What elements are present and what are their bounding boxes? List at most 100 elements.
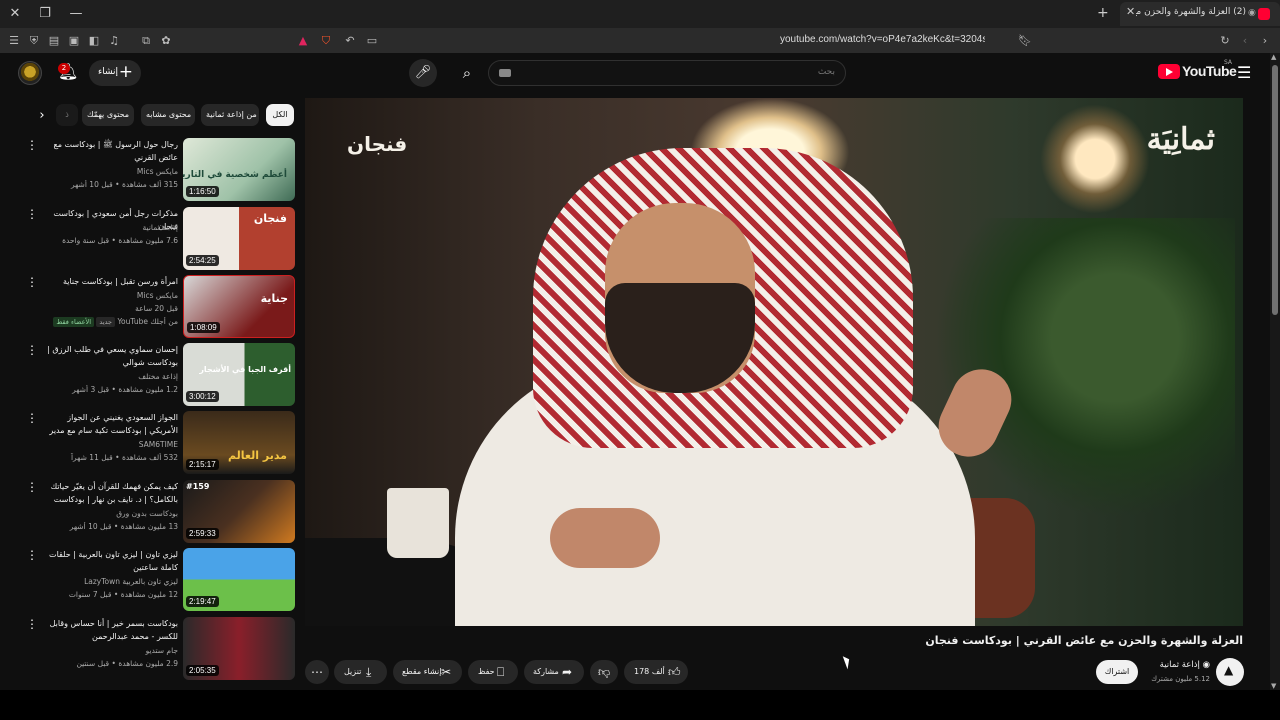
- like-button[interactable]: 178 ألف 👍︎: [624, 660, 688, 684]
- brave-shield-icon[interactable]: ⛉: [318, 33, 334, 49]
- chip-partial[interactable]: ذ: [56, 104, 78, 126]
- shield-icon[interactable]: ⛨: [26, 33, 42, 49]
- rec-title[interactable]: بودكاست بسمر خير | أنا حساس وقابل للكسر …: [42, 617, 178, 643]
- menu-icon[interactable]: ☰: [6, 33, 22, 49]
- youtube-logo-icon[interactable]: [1158, 64, 1180, 79]
- rec-title[interactable]: كيف يمكن فهمك للقرآن أن يغيّر حياتك بالك…: [42, 480, 178, 506]
- more-options-icon[interactable]: ⋮: [26, 617, 38, 631]
- download-button[interactable]: تنزيل ⤓: [334, 660, 387, 684]
- audio-icon[interactable]: ◉: [1248, 8, 1256, 20]
- clip-button[interactable]: إنشاء مقطع ✂: [393, 660, 462, 684]
- extensions-icon[interactable]: ✿: [158, 33, 174, 49]
- more-options-icon[interactable]: ⋮: [26, 275, 38, 289]
- list-item[interactable]: ⋮ مذكرات رجل أمن سعودي | بودكاست فنجان إ…: [20, 207, 296, 271]
- more-options-icon[interactable]: ⋮: [26, 138, 38, 152]
- rec-title[interactable]: الجواز السعودي يغنيني عن الجواز الأمريكي…: [42, 411, 178, 437]
- cast-icon[interactable]: ▭: [364, 33, 380, 49]
- thumbnail[interactable]: أقرف الجبا في الأشجار 3:00:12: [183, 343, 295, 406]
- account-avatar[interactable]: [18, 61, 42, 85]
- rec-title[interactable]: امرأة ورسن تقبل | بودكاست جناية: [42, 275, 178, 288]
- duration-badge: 1:16:50: [186, 186, 219, 197]
- save-button[interactable]: حفظ ⎕: [468, 660, 518, 684]
- rec-channel[interactable]: ليزي تاون بالعربية LazyTown: [42, 577, 178, 586]
- guide-menu-icon[interactable]: ☰: [1237, 63, 1251, 82]
- rec-channel[interactable]: إذاعة ثمانية: [42, 223, 178, 232]
- duration-badge: 2:05:35: [186, 665, 219, 676]
- close-window-icon[interactable]: ✕: [5, 4, 25, 24]
- channel-avatar[interactable]: [1216, 658, 1244, 686]
- more-options-icon[interactable]: ⋮: [26, 343, 38, 357]
- back-icon[interactable]: ‹: [1237, 33, 1253, 49]
- search-input[interactable]: بحث: [488, 60, 846, 86]
- share-button[interactable]: مشاركة ➦: [524, 660, 584, 684]
- list-item[interactable]: ⋮ بودكاست بسمر خير | أنا حساس وقابل للكس…: [20, 617, 296, 681]
- rec-channel[interactable]: مايكس Mics: [42, 167, 178, 176]
- restore-window-icon[interactable]: ❐: [35, 4, 55, 24]
- thumbnail[interactable]: جناية 1:08:09: [183, 275, 295, 338]
- dislike-button[interactable]: 👎︎: [590, 660, 618, 684]
- rec-channel[interactable]: جام ستديو: [42, 646, 178, 655]
- rec-channel[interactable]: بودكاست بدون ورق: [42, 509, 178, 518]
- reader-icon[interactable]: ▤: [46, 33, 62, 49]
- chevron-right-icon[interactable]: ›: [32, 106, 52, 126]
- list-item[interactable]: ⋮ ليزي تاون | ليزي تاون بالعربية | حلقات…: [20, 548, 296, 612]
- video-player[interactable]: ثمانِيَة فنجان: [305, 98, 1243, 626]
- create-button[interactable]: إنشاء +: [89, 60, 141, 86]
- thumbnail[interactable]: 2:19:47: [183, 548, 295, 611]
- channel-name-text[interactable]: إذاعة ثمانية: [1160, 660, 1200, 670]
- search-button-icon[interactable]: ⌕: [452, 59, 482, 87]
- more-options-icon[interactable]: ⋮: [26, 548, 38, 562]
- list-item[interactable]: ⋮ كيف يمكن فهمك للقرآن أن يغيّر حياتك با…: [20, 480, 296, 544]
- browser-tab[interactable]: ✕ (2) العزلة والشهرة والحزن مع عا ◉: [1120, 2, 1280, 26]
- list-item[interactable]: ⋮ الجواز السعودي يغنيني عن الجواز الأمري…: [20, 411, 296, 475]
- more-actions-button[interactable]: ⋯: [305, 660, 329, 684]
- more-options-icon[interactable]: ⋮: [26, 411, 38, 425]
- new-tab-icon[interactable]: +: [1097, 5, 1109, 21]
- scroll-up-icon[interactable]: ▲: [1271, 53, 1276, 61]
- scroll-thumb[interactable]: [1272, 65, 1278, 315]
- undo-icon[interactable]: ↶: [342, 33, 358, 49]
- address-bar[interactable]: youtube.com/watch?v=oP4e7a2keKc&t=3204s: [780, 34, 985, 45]
- rec-source: من أجلك YouTube: [117, 317, 178, 326]
- rec-title[interactable]: رجال حول الرسول ﷺ | بودكاست مع عائض القر…: [42, 138, 178, 164]
- more-options-icon[interactable]: ⋮: [26, 207, 38, 221]
- list-item[interactable]: ⋮ رجال حول الرسول ﷺ | بودكاست مع عائض ال…: [20, 138, 296, 202]
- chip-from-channel[interactable]: من إذاعة ثمانية: [201, 104, 259, 126]
- tabs-icon[interactable]: ▣: [66, 33, 82, 49]
- list-item[interactable]: ⋮ إحسان سماوي يسعي في طلب الرزق | بودكاس…: [20, 343, 296, 407]
- rec-title[interactable]: ليزي تاون | ليزي تاون بالعربية | حلقات ك…: [42, 548, 178, 574]
- video-lamp: [1040, 104, 1150, 214]
- thumbnail[interactable]: مدير العالم 2:15:17: [183, 411, 295, 474]
- list-item[interactable]: ⋮ امرأة ورسن تقبل | بودكاست جناية مايكس …: [20, 275, 296, 339]
- page-scrollbar[interactable]: ▲ ▼: [1270, 53, 1280, 690]
- rec-meta: 532 ألف مشاهدة • قبل 11 شهراً: [70, 453, 178, 462]
- forward-icon[interactable]: ›: [1257, 33, 1273, 49]
- keyboard-icon[interactable]: [499, 69, 511, 77]
- download-icon: ⤓: [366, 665, 372, 679]
- sidebar-icon[interactable]: ◧: [86, 33, 102, 49]
- close-tab-icon[interactable]: ✕: [1126, 5, 1135, 18]
- reload-icon[interactable]: ↻: [1217, 33, 1233, 49]
- new-badge: جديد: [96, 317, 116, 327]
- chip-for-you[interactable]: محتوى يهمّك: [82, 104, 134, 126]
- thumbnail[interactable]: أعظم شخصية في التاريخ 1:16:50: [183, 138, 295, 201]
- brave-rewards-icon[interactable]: ▲: [295, 33, 311, 49]
- rec-title[interactable]: إحسان سماوي يسعي في طلب الرزق | بودكاست …: [42, 343, 178, 369]
- rec-channel[interactable]: مايكس Mics: [42, 291, 178, 300]
- thumbnail[interactable]: 2:05:35: [183, 617, 295, 680]
- thumbnail[interactable]: #159 2:59:33: [183, 480, 295, 543]
- chip-similar[interactable]: محتوى مشابه: [141, 104, 195, 126]
- scroll-down-icon[interactable]: ▼: [1271, 682, 1276, 690]
- music-icon[interactable]: ♫: [106, 33, 122, 49]
- rec-channel[interactable]: SAM6TIME: [42, 440, 178, 449]
- youtube-favicon-icon: [1258, 8, 1270, 20]
- bookmark-icon[interactable]: 🔖︎: [1017, 33, 1033, 49]
- subscribe-button[interactable]: اشتراك: [1096, 660, 1138, 684]
- screenshot-icon[interactable]: ⧉: [138, 33, 154, 49]
- minimize-window-icon[interactable]: —: [66, 4, 86, 24]
- rec-channel[interactable]: إذاعة مختلف: [42, 372, 178, 381]
- voice-search-mic-icon[interactable]: 🎤︎: [409, 59, 437, 87]
- more-options-icon[interactable]: ⋮: [26, 480, 38, 494]
- chip-all[interactable]: الكل: [266, 104, 294, 126]
- thumbnail[interactable]: فنجان 2:54:25: [183, 207, 295, 270]
